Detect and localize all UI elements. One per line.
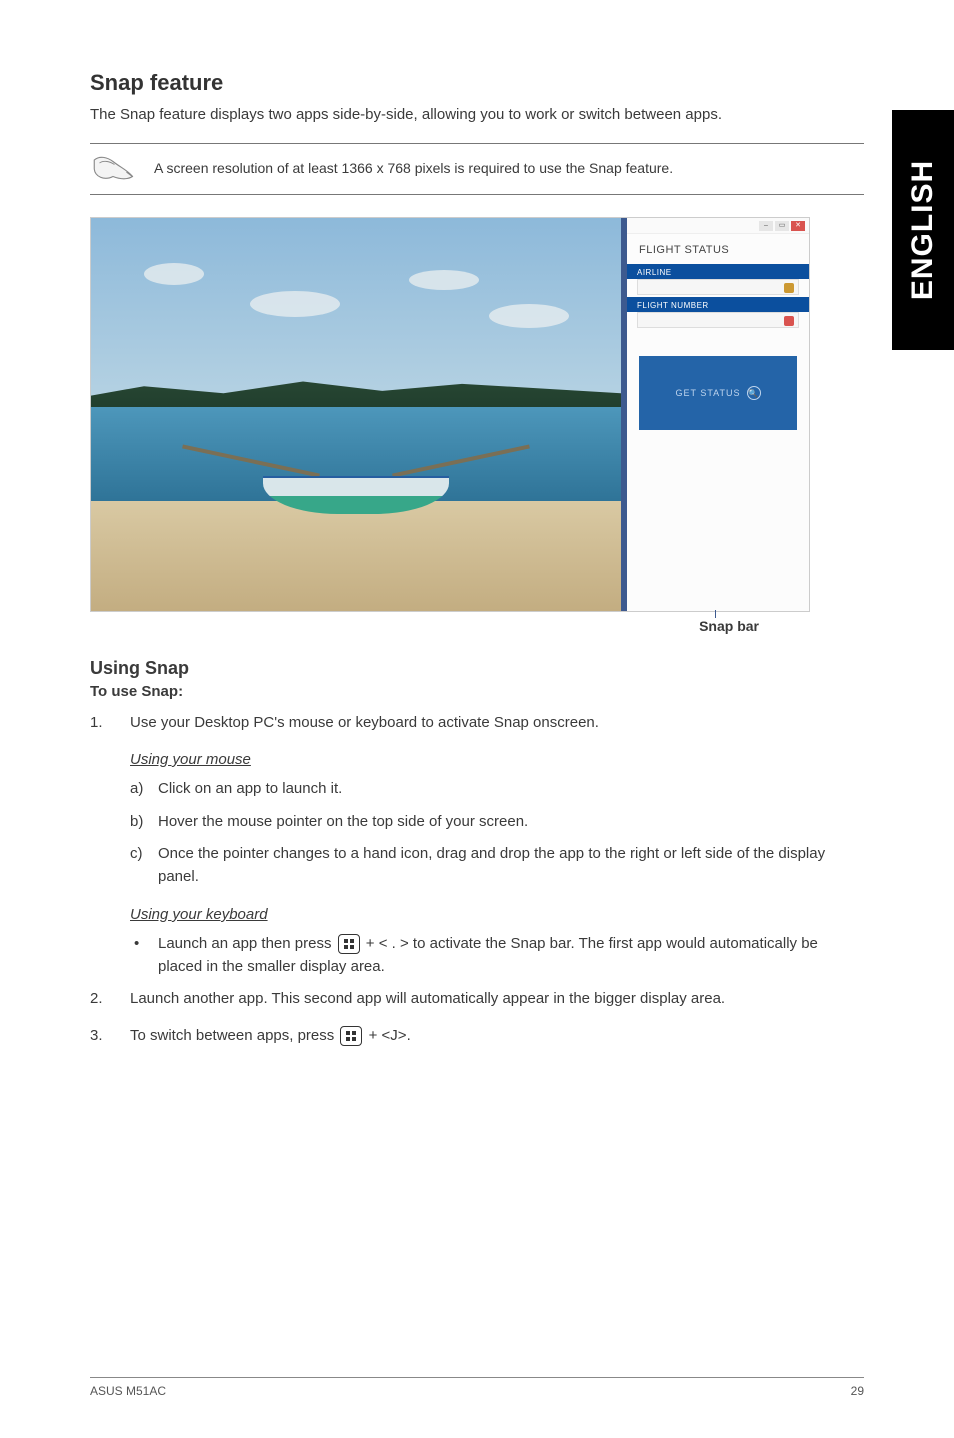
mouse-step-a: Click on an app to launch it. — [130, 778, 864, 801]
using-mouse-title: Using your mouse — [130, 751, 864, 768]
snap-screenshot: – ▭ ✕ FLIGHT STATUS AIRLINE FLIGHT NUMBE… — [90, 217, 810, 612]
windows-key-icon — [340, 1026, 362, 1046]
step-3: To switch between apps, press + <J>. — [90, 1025, 864, 1046]
keyboard-step-1: Launch an app then press + < . > to acti… — [130, 933, 864, 978]
footer-model: ASUS M51AC — [90, 1384, 166, 1398]
keyboard-steps-list: Launch an app then press + < . > to acti… — [90, 933, 864, 978]
get-status-label: GET STATUS — [675, 388, 740, 398]
photo-app-pane — [91, 218, 621, 611]
note-text: A screen resolution of at least 1366 x 7… — [154, 159, 673, 179]
main-steps-list-cont: Launch another app. This second app will… — [90, 988, 864, 1046]
kb-step-pre: Launch an app then press — [158, 935, 336, 952]
airline-input[interactable] — [637, 279, 799, 295]
flight-number-input[interactable] — [637, 312, 799, 328]
using-snap-title: Using Snap — [90, 658, 864, 679]
section-intro: The Snap feature displays two apps side-… — [90, 104, 864, 125]
step-3-post: + <J>. — [364, 1027, 410, 1044]
close-button[interactable]: ✕ — [791, 221, 805, 231]
mouse-step-b: Hover the mouse pointer on the top side … — [130, 811, 864, 834]
note-hand-icon — [90, 154, 136, 184]
search-icon: 🔍 — [747, 386, 761, 400]
using-keyboard-title: Using your keyboard — [130, 906, 864, 923]
step-1: Use your Desktop PC's mouse or keyboard … — [90, 712, 864, 733]
section-title: Snap feature — [90, 70, 864, 96]
footer-page-number: 29 — [851, 1384, 864, 1398]
windows-key-icon — [338, 934, 360, 954]
step-2: Launch another app. This second app will… — [90, 988, 864, 1009]
page-footer: ASUS M51AC 29 — [90, 1377, 864, 1398]
flight-number-label: FLIGHT NUMBER — [627, 297, 809, 312]
get-status-button[interactable]: GET STATUS 🔍 — [639, 356, 797, 430]
airline-label: AIRLINE — [627, 264, 809, 279]
flight-status-app-pane: – ▭ ✕ FLIGHT STATUS AIRLINE FLIGHT NUMBE… — [627, 218, 809, 611]
mouse-steps-list: Click on an app to launch it. Hover the … — [90, 778, 864, 888]
main-steps-list: Use your Desktop PC's mouse or keyboard … — [90, 712, 864, 733]
minimize-button[interactable]: – — [759, 221, 773, 231]
app-header: FLIGHT STATUS — [627, 234, 809, 264]
snap-bar-caption: Snap bar — [90, 618, 864, 634]
note-box: A screen resolution of at least 1366 x 7… — [90, 143, 864, 195]
page-content: Snap feature The Snap feature displays t… — [0, 0, 954, 1102]
mouse-step-c: Once the pointer changes to a hand icon,… — [130, 843, 864, 888]
maximize-button[interactable]: ▭ — [775, 221, 789, 231]
app-titlebar: – ▭ ✕ — [627, 218, 809, 234]
to-use-snap-title: To use Snap: — [90, 683, 864, 700]
step-3-pre: To switch between apps, press — [130, 1027, 338, 1044]
